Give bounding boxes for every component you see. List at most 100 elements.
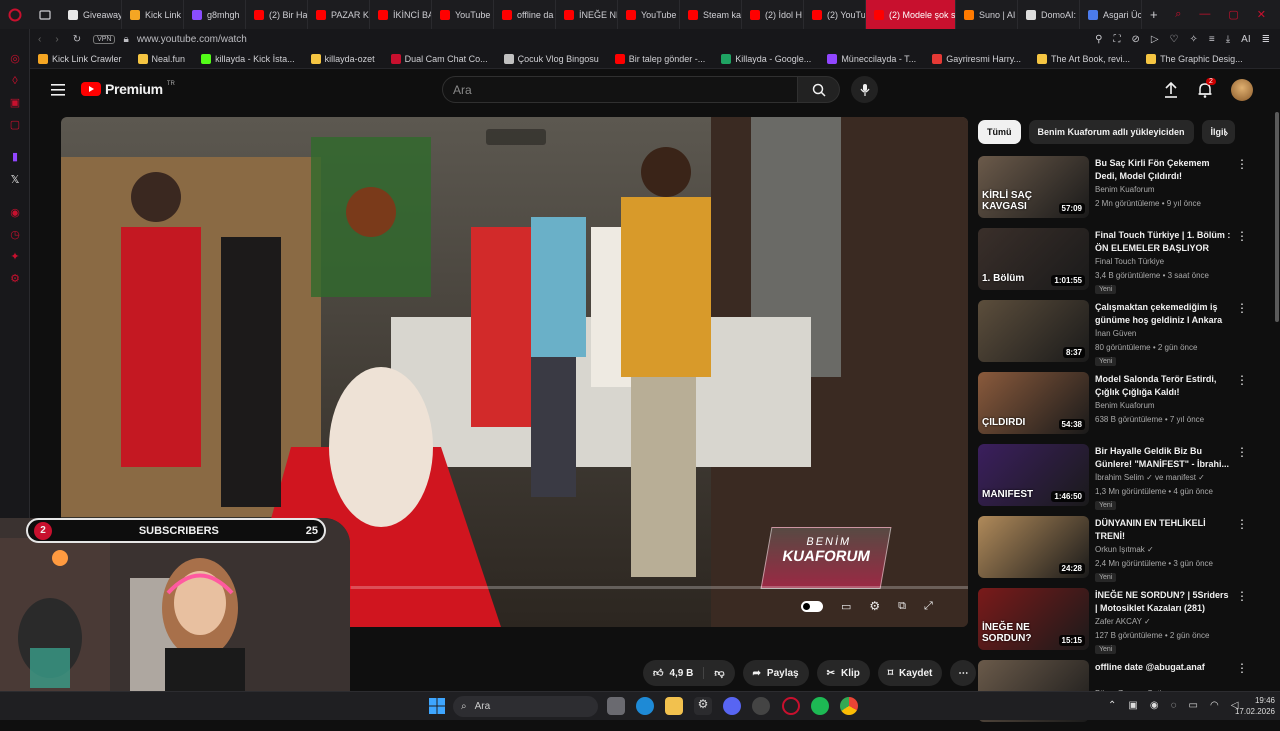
menu-icon[interactable]: ≣ [1262,34,1270,45]
more-options-icon[interactable]: ⋮ [1236,157,1248,171]
twitch-icon[interactable]: ▮ [9,151,21,163]
player-icon[interactable]: ◉ [9,207,21,219]
filter-chip[interactable]: Benim Kuaforum adlı yükleyiciden [1028,120,1194,144]
recommendation-item[interactable]: İNEĞE NE SORDUN? 15:15 İNEĞE NE SORDUN? | … [978,587,1253,659]
settings-app-icon[interactable]: ⚙ [694,697,712,715]
bookmark-item[interactable]: The Graphic Desig... [1138,53,1251,64]
share-button[interactable]: ➦ Paylaş [742,660,809,686]
opera-logo-icon[interactable] [0,0,30,29]
easy-setup-icon[interactable]: ≡ [1209,34,1215,45]
aria-icon[interactable]: ◎ [9,53,21,65]
fullscreen-icon[interactable]: ⤢ [924,600,933,613]
maximize-icon[interactable]: ▢ [1228,8,1238,21]
history-icon[interactable]: ◷ [9,229,21,241]
video-thumbnail[interactable]: 1. Bölüm 1:01:55 [978,228,1089,290]
browser-tab[interactable]: İKİNCİ BA [370,0,432,29]
hamburger-menu-icon[interactable] [51,83,65,101]
miniplayer-icon[interactable]: ⧉ [898,600,906,613]
more-options-icon[interactable]: ⋮ [1236,373,1248,387]
bookmark-item[interactable]: killayda-ozet [303,53,383,64]
bookmark-item[interactable]: Kick Link Crawler [30,53,130,64]
extensions-side-icon[interactable]: ✦ [9,251,21,263]
more-options-icon[interactable]: ⋮ [1236,445,1248,459]
video-title[interactable]: DÜNYANIN EN TEHLİKELİ TRENİ! [1095,517,1232,543]
video-title[interactable]: İNEĞE NE SORDUN? | 5Sriders | Motosiklet… [1095,589,1232,615]
channel-name[interactable]: Benim Kuaforum [1095,185,1155,194]
more-options-icon[interactable]: ⋮ [1236,517,1248,531]
block-icon[interactable]: ⊘ [1131,34,1139,45]
bookmark-item[interactable]: Dual Cam Chat Co... [383,53,496,64]
start-button[interactable] [428,697,446,715]
pin-icon[interactable]: ⚲ [1095,34,1102,45]
channel-name[interactable]: Benim Kuaforum [1095,401,1155,410]
bookmark-item[interactable]: Killayda - Google... [713,53,819,64]
video-title[interactable]: Model Salonda Terör Estirdi, Çığlık Çığl… [1095,373,1232,399]
browser-tab[interactable]: PAZAR K [308,0,370,29]
tray-headset-icon[interactable]: ◌ [1171,700,1177,711]
tray-vpn-icon[interactable]: ◉ [1150,700,1159,711]
browser-tab[interactable]: offline da [494,0,556,29]
browser-tab[interactable]: g8mhgh [184,0,246,29]
bookmark-item[interactable]: Bir talep gönder -... [607,53,714,64]
video-thumbnail[interactable]: KİRLİ SAÇ KAVGASI 57:09 [978,156,1089,218]
spotify-icon[interactable] [811,697,829,715]
opera-taskbar-icon[interactable] [782,697,800,715]
clip-button[interactable]: ✂ Klip [816,660,870,686]
browser-tab[interactable]: (2) Modele şok sa [866,0,956,29]
bookmark-item[interactable]: Gayriresmi Harry... [924,53,1029,64]
subtitles-icon[interactable]: ▭ [841,600,851,613]
save-button[interactable]: ⌑ Kaydet [877,660,943,686]
wifi-icon[interactable]: ◠ [1210,700,1219,711]
file-explorer-icon[interactable] [665,697,683,715]
channel-name[interactable]: Final Touch Türkiye [1095,257,1164,266]
browser-tab[interactable]: DomoAI: [1018,0,1080,29]
recommendation-item[interactable]: 1. Bölüm 1:01:55 Final Touch Türkiye | 1. … [978,227,1253,299]
download-icon[interactable]: ⤓ [1226,34,1230,45]
settings-icon[interactable]: ⚙ [9,273,21,285]
recommendation-item[interactable]: 24:28 DÜNYANIN EN TEHLİKELİ TRENİ! Orkun I… [978,515,1253,587]
bookmarks-side-icon[interactable]: ◊ [9,75,21,87]
autoplay-toggle[interactable] [801,600,823,612]
video-title[interactable]: Çalışmaktan çekemediğim iş günüme hoş ge… [1095,301,1232,327]
recommendation-item[interactable]: 8:37 Çalışmaktan çekemediğim iş günüme ho… [978,299,1253,371]
channel-name[interactable]: İbrahim Selim ✓ ve manifest ✓ [1095,473,1205,482]
scrollbar-thumb[interactable] [1275,112,1279,322]
new-tab-button[interactable]: + [1142,7,1166,22]
bookmark-item[interactable]: Neal.fun [130,53,194,64]
bookmark-item[interactable]: Müneccilayda - T... [819,53,924,64]
address-field[interactable]: www.youtube.com/watch [137,34,247,45]
browser-tab[interactable]: Giveaway [60,0,122,29]
steam-icon[interactable] [752,697,770,715]
channel-name[interactable]: Orkun Işıtmak ✓ [1095,545,1154,554]
taskbar-clock[interactable]: 19:46 17.02.2026 [1223,695,1275,717]
search-input[interactable]: Ara [442,76,798,103]
browser-tab[interactable]: Kick Link [122,0,184,29]
video-thumbnail[interactable]: 8:37 [978,300,1089,362]
filter-chip[interactable]: Tümü [978,120,1021,144]
search-tabs-icon[interactable]: ⌕ [1175,8,1181,21]
messenger-icon[interactable]: ▣ [9,97,21,109]
video-thumbnail[interactable]: ÇILDIRDI 54:38 [978,372,1089,434]
browser-tab[interactable]: (2) Bir Ha [246,0,308,29]
more-options-icon[interactable]: ⋮ [1236,301,1248,315]
more-options-icon[interactable]: ⋮ [1236,661,1248,675]
youtube-logo[interactable]: Premium TR [81,81,175,97]
instagram-icon[interactable]: ▢ [9,119,21,131]
browser-tab[interactable]: Steam ka [680,0,742,29]
voice-search-button[interactable] [851,76,878,103]
search-button[interactable] [798,76,840,103]
channel-name[interactable]: İnan Güven [1095,329,1136,338]
avatar[interactable] [1231,79,1253,101]
edge-icon[interactable] [636,697,654,715]
video-title[interactable]: Final Touch Türkiye | 1. Bölüm : ÖN ELEM… [1095,229,1232,255]
browser-tab[interactable]: İNEĞE NE [556,0,618,29]
filter-chip[interactable]: İlgil [1201,120,1236,144]
browser-tab[interactable]: Asgari Üc [1080,0,1142,29]
more-actions-button[interactable]: ⋯ [950,660,977,686]
video-title[interactable]: Bir Hayalle Geldik Biz Bu Günlere! "MANİ… [1095,445,1232,471]
tray-app-icon[interactable]: ▣ [1128,700,1137,711]
puzzle-icon[interactable]: ✧ [1190,34,1198,45]
forward-icon[interactable]: › [55,34,58,45]
chips-next-icon[interactable]: › [1224,125,1228,140]
tray-chevron-icon[interactable]: ⌃ [1108,700,1116,711]
